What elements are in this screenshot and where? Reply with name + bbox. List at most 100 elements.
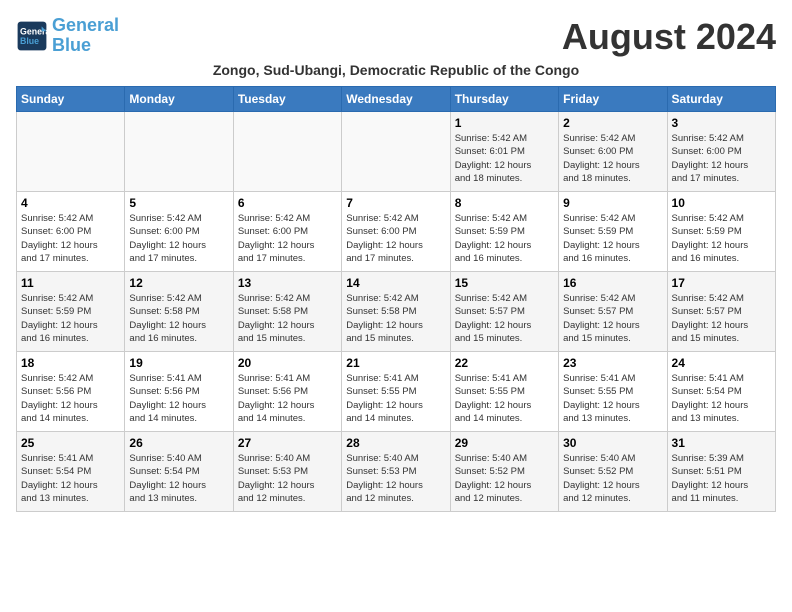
day-number: 16: [563, 276, 662, 290]
day-cell: 15 Sunrise: 5:42 AM Sunset: 5:57 PM Dayli…: [450, 272, 558, 352]
day-cell: 14Sunrise: 5:42 AM Sunset: 5:58 PM Dayli…: [342, 272, 450, 352]
day-number: 27: [238, 436, 337, 450]
day-cell: 11Sunrise: 5:42 AM Sunset: 5:59 PM Dayli…: [17, 272, 125, 352]
day-cell: 6Sunrise: 5:42 AM Sunset: 6:00 PM Daylig…: [233, 192, 341, 272]
day-number: 23: [563, 356, 662, 370]
svg-text:General: General: [20, 26, 48, 36]
day-info: Sunrise: 5:41 AM Sunset: 5:54 PM Dayligh…: [21, 452, 120, 505]
day-number: 8: [455, 196, 554, 210]
day-info: Sunrise: 5:40 AM Sunset: 5:53 PM Dayligh…: [238, 452, 337, 505]
weekday-header-monday: Monday: [125, 87, 233, 112]
day-number: 21: [346, 356, 445, 370]
day-cell: 18 Sunrise: 5:42 AM Sunset: 5:56 PM Dayli…: [17, 352, 125, 432]
day-info: Sunrise: 5:41 AM Sunset: 5:56 PM Dayligh…: [129, 372, 228, 425]
weekday-header-friday: Friday: [559, 87, 667, 112]
weekday-header-wednesday: Wednesday: [342, 87, 450, 112]
day-cell: 13 Sunrise: 5:42 AM Sunset: 5:58 PM Dayli…: [233, 272, 341, 352]
day-info: Sunrise: 5:40 AM Sunset: 5:52 PM Dayligh…: [455, 452, 554, 505]
day-number: 2: [563, 116, 662, 130]
weekday-header-sunday: Sunday: [17, 87, 125, 112]
day-info: Sunrise: 5:42 AM Sunset: 5:58 PM Dayligh…: [346, 292, 445, 345]
day-cell: 10 Sunrise: 5:42 AM Sunset: 5:59 PM Dayli…: [667, 192, 775, 272]
day-info: Sunrise: 5:42 AM Sunset: 5:58 PM Dayligh…: [238, 292, 337, 345]
day-cell: [125, 112, 233, 192]
day-number: 3: [672, 116, 771, 130]
day-info: Sunrise: 5:42 AM Sunset: 5:59 PM Dayligh…: [563, 212, 662, 265]
day-info: Sunrise: 5:41 AM Sunset: 5:55 PM Dayligh…: [455, 372, 554, 425]
day-cell: 16Sunrise: 5:42 AM Sunset: 5:57 PM Dayli…: [559, 272, 667, 352]
week-row-3: 11Sunrise: 5:42 AM Sunset: 5:59 PM Dayli…: [17, 272, 776, 352]
page-header: General Blue General Blue August 2024: [16, 16, 776, 58]
day-cell: 7 Sunrise: 5:42 AM Sunset: 6:00 PM Daylig…: [342, 192, 450, 272]
day-cell: 8 Sunrise: 5:42 AM Sunset: 5:59 PM Daylig…: [450, 192, 558, 272]
day-number: 26: [129, 436, 228, 450]
day-number: 4: [21, 196, 120, 210]
day-info: Sunrise: 5:42 AM Sunset: 5:56 PM Dayligh…: [21, 372, 120, 425]
day-number: 31: [672, 436, 771, 450]
day-cell: 26 Sunrise: 5:40 AM Sunset: 5:54 PM Dayli…: [125, 432, 233, 512]
logo: General Blue General Blue: [16, 16, 119, 56]
day-number: 9: [563, 196, 662, 210]
logo-icon: General Blue: [16, 20, 48, 52]
day-info: Sunrise: 5:42 AM Sunset: 6:00 PM Dayligh…: [129, 212, 228, 265]
day-number: 7: [346, 196, 445, 210]
svg-text:Blue: Blue: [20, 36, 39, 46]
day-info: Sunrise: 5:39 AM Sunset: 5:51 PM Dayligh…: [672, 452, 771, 505]
day-info: Sunrise: 5:42 AM Sunset: 6:00 PM Dayligh…: [346, 212, 445, 265]
day-cell: 17Sunrise: 5:42 AM Sunset: 5:57 PM Dayli…: [667, 272, 775, 352]
day-cell: 1 Sunrise: 5:42 AM Sunset: 6:01 PM Daylig…: [450, 112, 558, 192]
day-number: 13: [238, 276, 337, 290]
day-cell: 2 Sunrise: 5:42 AM Sunset: 6:00 PM Daylig…: [559, 112, 667, 192]
day-info: Sunrise: 5:40 AM Sunset: 5:52 PM Dayligh…: [563, 452, 662, 505]
day-number: 15: [455, 276, 554, 290]
day-info: Sunrise: 5:42 AM Sunset: 5:59 PM Dayligh…: [21, 292, 120, 345]
day-number: 25: [21, 436, 120, 450]
day-cell: 25 Sunrise: 5:41 AM Sunset: 5:54 PM Dayli…: [17, 432, 125, 512]
week-row-2: 4 Sunrise: 5:42 AM Sunset: 6:00 PM Daylig…: [17, 192, 776, 272]
day-number: 28: [346, 436, 445, 450]
day-info: Sunrise: 5:42 AM Sunset: 6:01 PM Dayligh…: [455, 132, 554, 185]
day-info: Sunrise: 5:42 AM Sunset: 6:00 PM Dayligh…: [563, 132, 662, 185]
day-number: 19: [129, 356, 228, 370]
day-number: 29: [455, 436, 554, 450]
day-cell: 27 Sunrise: 5:40 AM Sunset: 5:53 PM Dayli…: [233, 432, 341, 512]
day-number: 18: [21, 356, 120, 370]
day-cell: 4 Sunrise: 5:42 AM Sunset: 6:00 PM Daylig…: [17, 192, 125, 272]
day-cell: 19 Sunrise: 5:41 AM Sunset: 5:56 PM Dayli…: [125, 352, 233, 432]
day-number: 10: [672, 196, 771, 210]
day-info: Sunrise: 5:41 AM Sunset: 5:55 PM Dayligh…: [346, 372, 445, 425]
calendar-body: 1 Sunrise: 5:42 AM Sunset: 6:01 PM Daylig…: [17, 112, 776, 512]
day-info: Sunrise: 5:42 AM Sunset: 5:58 PM Dayligh…: [129, 292, 228, 345]
weekday-header-row: SundayMondayTuesdayWednesdayThursdayFrid…: [17, 87, 776, 112]
day-cell: [17, 112, 125, 192]
week-row-4: 18 Sunrise: 5:42 AM Sunset: 5:56 PM Dayli…: [17, 352, 776, 432]
day-info: Sunrise: 5:42 AM Sunset: 6:00 PM Dayligh…: [672, 132, 771, 185]
day-number: 30: [563, 436, 662, 450]
day-cell: 5 Sunrise: 5:42 AM Sunset: 6:00 PM Daylig…: [125, 192, 233, 272]
day-info: Sunrise: 5:40 AM Sunset: 5:54 PM Dayligh…: [129, 452, 228, 505]
day-info: Sunrise: 5:42 AM Sunset: 5:59 PM Dayligh…: [455, 212, 554, 265]
day-info: Sunrise: 5:42 AM Sunset: 6:00 PM Dayligh…: [21, 212, 120, 265]
day-cell: [233, 112, 341, 192]
day-cell: [342, 112, 450, 192]
weekday-header-saturday: Saturday: [667, 87, 775, 112]
day-cell: 3 Sunrise: 5:42 AM Sunset: 6:00 PM Daylig…: [667, 112, 775, 192]
day-cell: 20Sunrise: 5:41 AM Sunset: 5:56 PM Dayli…: [233, 352, 341, 432]
day-cell: 21 Sunrise: 5:41 AM Sunset: 5:55 PM Dayli…: [342, 352, 450, 432]
logo-text: General Blue: [52, 16, 119, 56]
day-info: Sunrise: 5:40 AM Sunset: 5:53 PM Dayligh…: [346, 452, 445, 505]
day-number: 1: [455, 116, 554, 130]
day-info: Sunrise: 5:42 AM Sunset: 5:57 PM Dayligh…: [455, 292, 554, 345]
week-row-5: 25 Sunrise: 5:41 AM Sunset: 5:54 PM Dayli…: [17, 432, 776, 512]
month-title: August 2024: [562, 16, 776, 58]
day-number: 17: [672, 276, 771, 290]
day-cell: 30 Sunrise: 5:40 AM Sunset: 5:52 PM Dayli…: [559, 432, 667, 512]
weekday-header-tuesday: Tuesday: [233, 87, 341, 112]
day-number: 24: [672, 356, 771, 370]
day-cell: 23Sunrise: 5:41 AM Sunset: 5:55 PM Dayli…: [559, 352, 667, 432]
day-number: 22: [455, 356, 554, 370]
day-cell: 31 Sunrise: 5:39 AM Sunset: 5:51 PM Dayli…: [667, 432, 775, 512]
day-cell: 22 Sunrise: 5:41 AM Sunset: 5:55 PM Dayli…: [450, 352, 558, 432]
day-info: Sunrise: 5:42 AM Sunset: 5:59 PM Dayligh…: [672, 212, 771, 265]
day-number: 5: [129, 196, 228, 210]
